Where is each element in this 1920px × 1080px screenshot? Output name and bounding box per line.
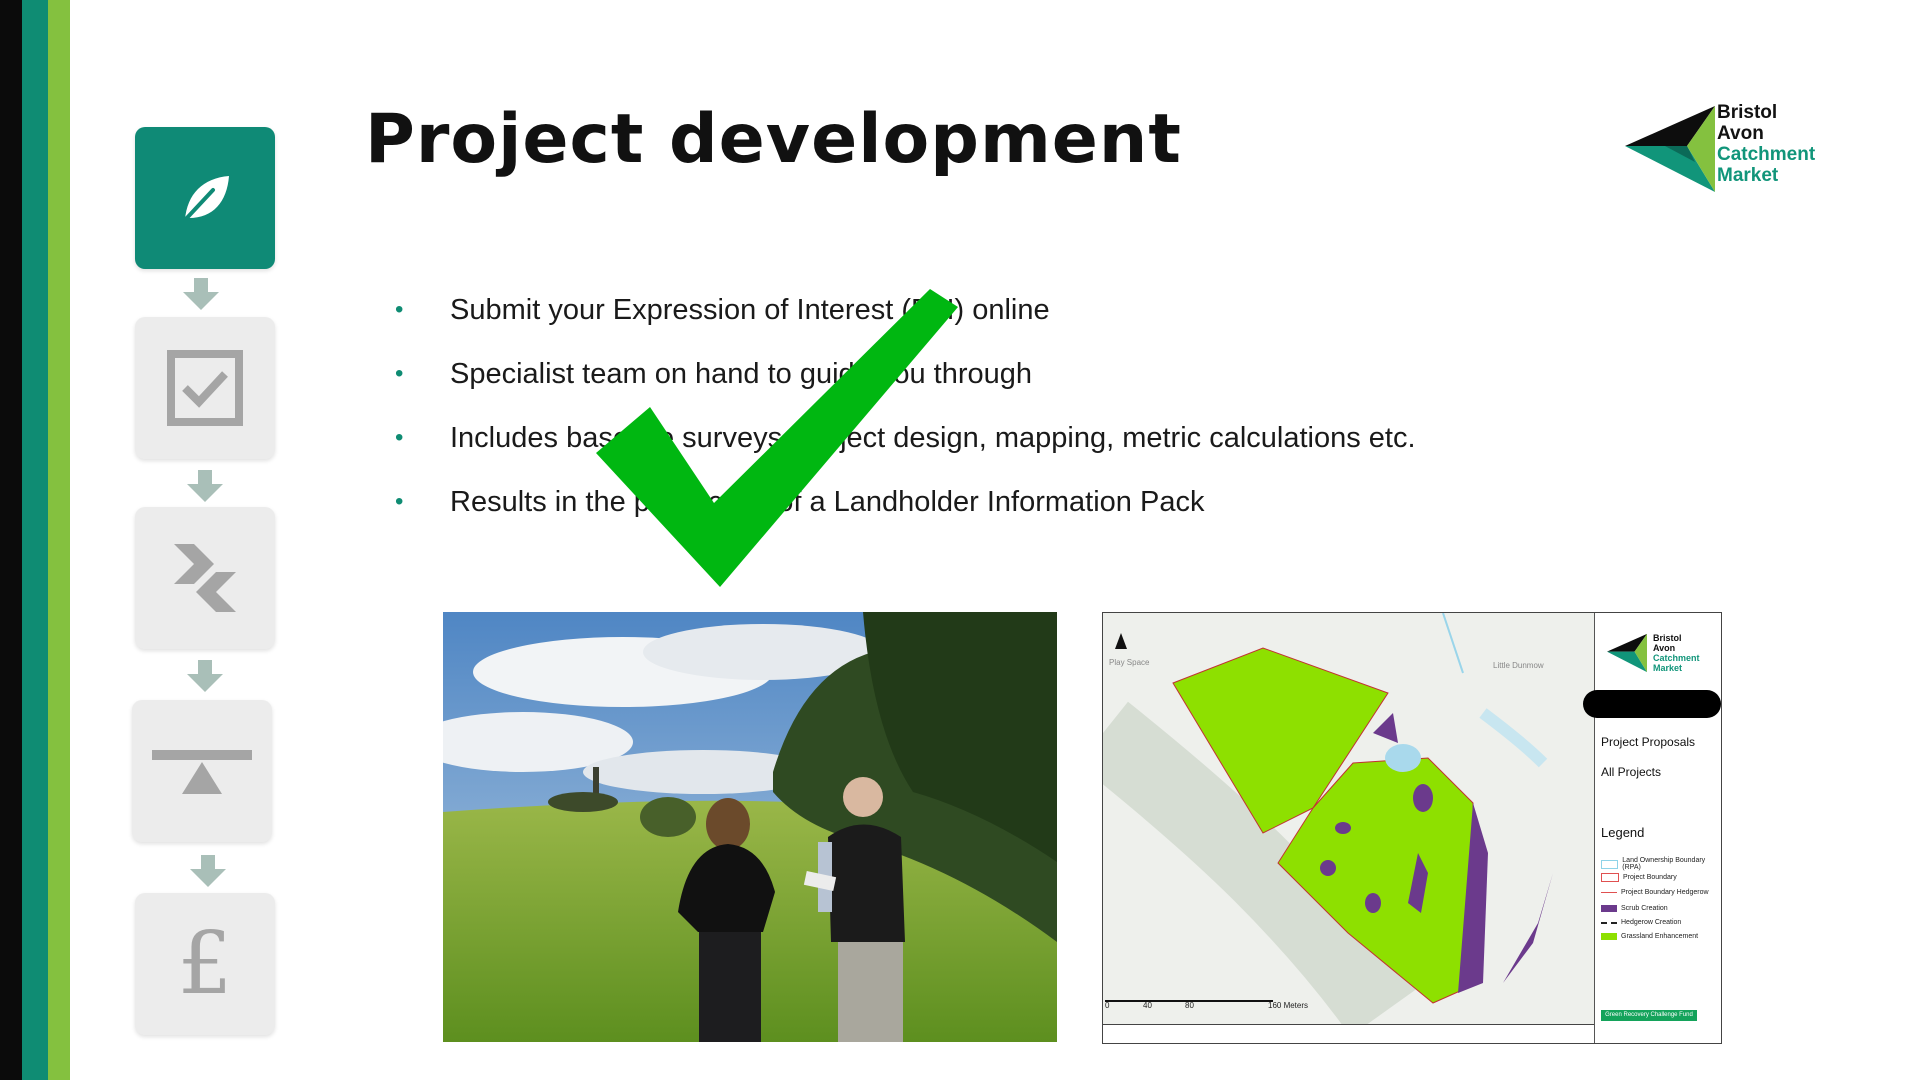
legend-item: Scrub Creation (1601, 905, 1668, 912)
map-side-panel: Bristol Avon Catchment Market Project Pr… (1583, 613, 1721, 1043)
map-panel-label: Project Proposals (1601, 735, 1696, 749)
step-2-checkbox[interactable] (135, 317, 275, 459)
legend-item: Project Boundary (1601, 873, 1677, 882)
logo-line-1: Bristol (1717, 102, 1778, 123)
logo-line-4: Market (1717, 165, 1779, 186)
brand-logo: Bristol Avon Catchment Market (1625, 102, 1845, 197)
logo-line-3: Catchment (1717, 144, 1816, 165)
balance-icon (152, 750, 252, 794)
map-logo-mark-icon (1607, 633, 1647, 673)
legend-item: Grassland Enhancement (1601, 933, 1698, 940)
step-arrow-1 (183, 278, 219, 310)
map-place-label: Play Space (1109, 658, 1150, 667)
step-arrow-2 (187, 470, 223, 502)
legend-item: Hedgerow Creation (1601, 919, 1681, 926)
step-1-leaf[interactable] (135, 127, 275, 269)
converge-arrows-icon (174, 544, 236, 612)
step-5-pound[interactable]: £ (135, 893, 275, 1035)
map-panel-label: All Projects (1601, 765, 1662, 779)
leaf-icon (183, 176, 229, 222)
map-scale-label: 40 (1143, 1001, 1152, 1010)
legend-item: Project Boundary Hedgerow (1601, 889, 1709, 896)
logo-mark-icon (1625, 106, 1715, 192)
brand-stripe-lime (48, 0, 70, 1080)
map-footer (1103, 1024, 1595, 1043)
legend-item: Land Ownership Boundary (RPA) (1601, 857, 1721, 871)
brand-stripe-black (0, 0, 22, 1080)
site-plan-map: Play Space Little Dunmow 0 40 80 160 Met… (1102, 612, 1722, 1044)
map-logo-line: Avon (1653, 643, 1676, 653)
redaction-block (1583, 690, 1721, 718)
map-logo-line: Catchment (1653, 653, 1700, 663)
map-place-label: Little Dunmow (1493, 661, 1544, 670)
logo-line-2: Avon (1717, 123, 1764, 144)
step-arrow-3 (187, 660, 223, 692)
step-arrow-4 (190, 855, 226, 887)
field-photo (443, 612, 1057, 1042)
map-scale-label: 80 (1185, 1001, 1194, 1010)
checkmark-icon (596, 289, 958, 587)
brand-stripe-teal (22, 0, 48, 1080)
legend-title: Legend (1601, 825, 1645, 840)
map-scale-label: 160 Meters (1268, 1001, 1309, 1010)
map-scale-label: 0 (1105, 1001, 1110, 1010)
map-logo-line: Market (1653, 663, 1683, 673)
step-3-converge[interactable] (135, 507, 275, 649)
checkbox-icon (167, 350, 243, 426)
map-logo-line: Bristol (1653, 633, 1682, 643)
step-4-balance[interactable] (132, 700, 272, 842)
page-title: Project development (365, 100, 1182, 179)
fund-badge: Green Recovery Challenge Fund (1601, 1010, 1697, 1021)
pound-icon: £ (177, 914, 233, 1014)
